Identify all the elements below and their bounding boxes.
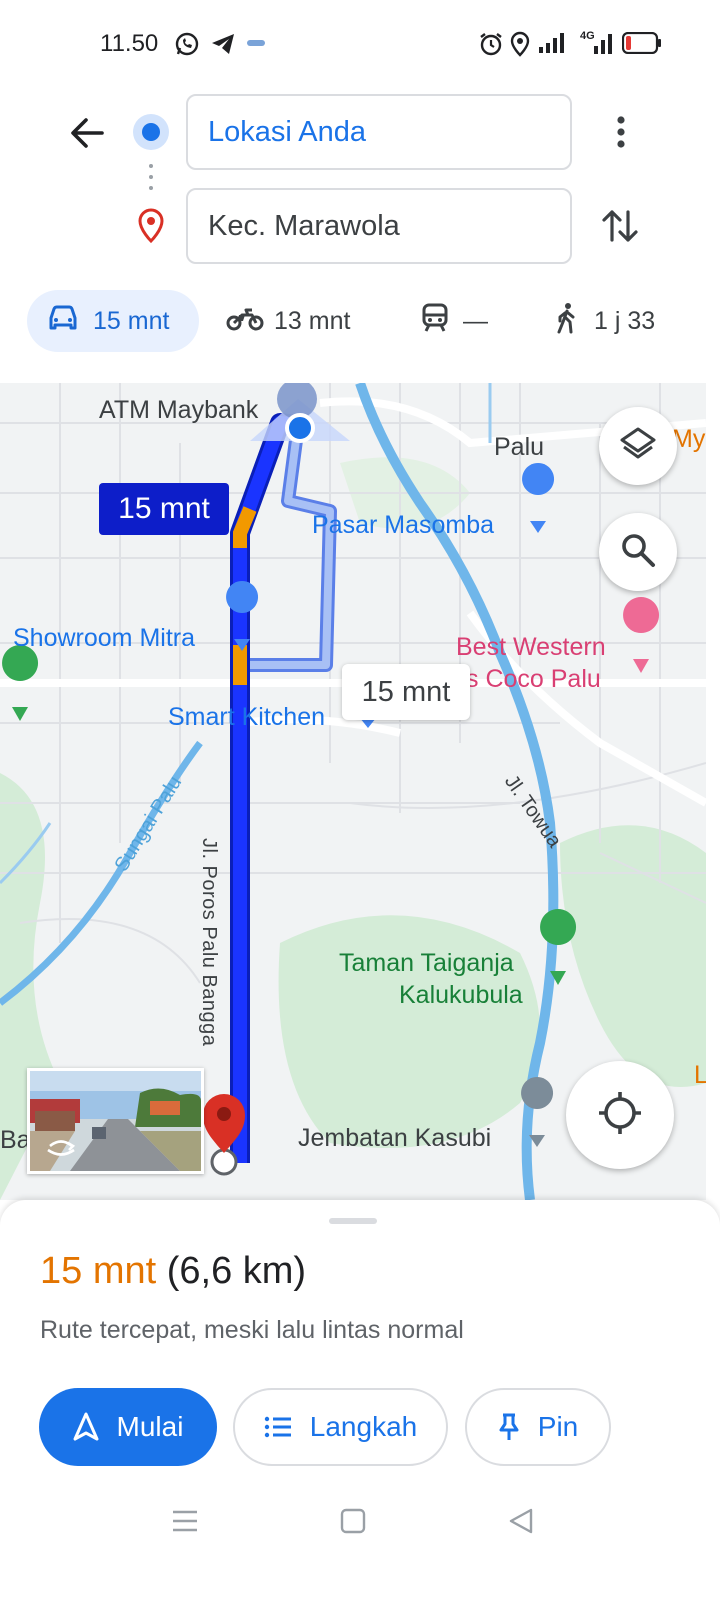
start-button[interactable]: Mulai (39, 1388, 217, 1466)
map-label-showroom: Showroom Mitra (13, 624, 195, 652)
car-icon (47, 304, 79, 339)
crosshair-icon (597, 1090, 643, 1141)
svg-text:4G: 4G (580, 30, 595, 42)
back-arrow-icon[interactable] (62, 108, 112, 158)
mode-walk-label: 1 j 33 (594, 306, 656, 335)
back-nav-icon[interactable] (508, 1508, 534, 1539)
sheet-drag-handle[interactable] (329, 1218, 377, 1224)
route-distance: (6,6 km) (166, 1250, 307, 1292)
steps-button[interactable]: Langkah (233, 1388, 448, 1466)
map-label-jembatan: Jembatan Kasubi (298, 1124, 492, 1152)
pushpin-icon (498, 1412, 520, 1442)
my-location-button[interactable] (566, 1061, 674, 1169)
telegram-icon (210, 31, 236, 62)
list-icon (264, 1416, 292, 1438)
map-search-button[interactable] (599, 513, 677, 591)
map-label-kalukubula: Kalukubula (399, 981, 523, 1009)
map-label-jl-poros: Jl. Poros Palu Bangga (198, 838, 220, 1047)
map-label-smart-kitchen: Smart Kitchen (168, 703, 326, 731)
navigation-arrow-icon (73, 1412, 99, 1442)
pin-button[interactable]: Pin (465, 1388, 611, 1466)
start-label: Mulai (116, 1411, 184, 1442)
motorcycle-icon (226, 305, 264, 338)
whatsapp-icon (174, 31, 200, 62)
walk-icon (554, 302, 578, 341)
route-description: Rute tercepat, meski lalu lintas normal (40, 1316, 464, 1344)
mode-motorcycle-tab[interactable]: 13 mnt (226, 290, 350, 352)
map-label-my: My (672, 425, 706, 453)
train-icon (421, 303, 449, 340)
swap-directions-icon[interactable] (598, 204, 642, 248)
mode-transit-tab[interactable]: — (421, 290, 488, 352)
origin-dot-icon (133, 114, 169, 150)
status-bar: 11.50 4G (0, 0, 720, 90)
notification-icon (246, 36, 266, 54)
map-label-edge: L (694, 1061, 706, 1089)
location-icon (508, 31, 532, 62)
map-label-coco-palu: s Coco Palu (466, 665, 601, 693)
layers-icon (618, 424, 658, 469)
4g-signal-icon: 4G (578, 28, 614, 61)
origin-field[interactable]: Lokasi Anda (186, 94, 572, 170)
steps-label: Langkah (309, 1411, 418, 1442)
mode-transit-label: — (463, 306, 488, 335)
battery-low-icon (621, 31, 662, 59)
map-label-taman: Taman Taiganja (339, 949, 514, 977)
mode-car-tab[interactable]: 15 mnt (27, 290, 199, 352)
layers-button[interactable] (599, 407, 677, 485)
map-view[interactable]: ATM Maybank Palu My Pasar Masomba Showro… (0, 383, 706, 1200)
signal-icon (538, 31, 566, 60)
alt-route-duration-chip[interactable]: 15 mnt (342, 664, 470, 720)
search-icon (619, 531, 657, 574)
route-connector-dots (149, 164, 153, 194)
mode-motorcycle-label: 13 mnt (274, 306, 351, 335)
alarm-icon (478, 31, 504, 62)
mode-walk-tab[interactable]: 1 j 33 (554, 290, 655, 352)
route-duration: 15 mnt (40, 1250, 157, 1292)
rotate-360-icon (44, 1137, 78, 1164)
mode-car-label: 15 mnt (93, 306, 170, 335)
map-label-atm: ATM Maybank (99, 396, 259, 424)
more-options-icon[interactable] (604, 112, 638, 152)
home-nav-icon[interactable] (340, 1508, 366, 1539)
status-time: 11.50 (100, 30, 159, 57)
map-label-pasar: Pasar Masomba (312, 511, 495, 539)
pin-label: Pin (537, 1411, 579, 1442)
route-summary: 15 mnt (6,6 km) (40, 1250, 306, 1293)
map-label-best-western: Best Western (456, 633, 606, 661)
map-label-palu: Palu (494, 433, 545, 461)
route-duration-chip[interactable]: 15 mnt (99, 483, 229, 535)
destination-field[interactable]: Kec. Marawola (186, 188, 572, 264)
destination-pin-icon (136, 208, 166, 249)
street-view-thumbnail[interactable] (27, 1068, 204, 1174)
menu-nav-icon[interactable] (172, 1508, 198, 1539)
